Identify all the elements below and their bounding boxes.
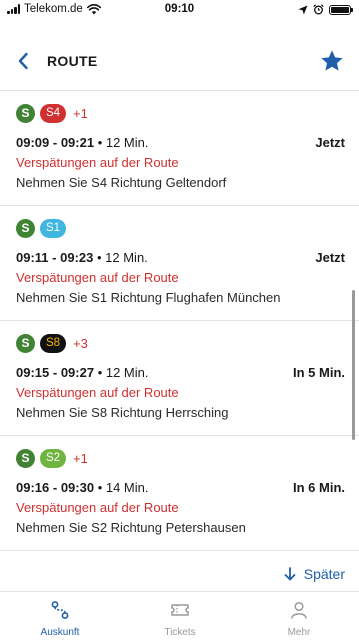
delay-status: Verspätungen auf der Route — [16, 500, 179, 515]
dot-separator: • — [97, 365, 106, 380]
departure-time: 09:09 — [16, 135, 50, 150]
duration: 12 Min. — [105, 135, 149, 150]
sbahn-logo-icon: S — [16, 333, 35, 353]
extra-lines-count: +1 — [73, 105, 88, 121]
line-badges: S S2 +1 — [16, 448, 88, 468]
delay-status: Verspätungen auf der Route — [16, 270, 179, 285]
dot-separator: • — [96, 250, 106, 265]
status-bar: Telekom.de 09:10 — [0, 0, 359, 22]
line-badge: S4 — [40, 103, 66, 123]
tab-tickets[interactable]: Tickets — [120, 592, 240, 640]
departs-in: Jetzt — [315, 250, 345, 265]
departs-in: Jetzt — [315, 135, 345, 150]
time-separator: - — [48, 250, 61, 265]
route-icon — [51, 601, 69, 619]
delay-status: Verspätungen auf der Route — [16, 385, 179, 400]
departure-time: 09:11 — [16, 250, 49, 265]
header: ROUTE — [0, 40, 359, 84]
direction-text: Nehmen Sie S1 Richtung Flughafen München — [16, 290, 281, 305]
favorite-button[interactable] — [319, 48, 345, 74]
chevron-left-icon — [18, 52, 28, 70]
direction-text: Nehmen Sie S4 Richtung Geltendorf — [16, 175, 227, 190]
duration: 12 Min. — [105, 365, 149, 380]
line-badge: S8 — [40, 333, 66, 353]
later-button-label: Später — [303, 566, 345, 582]
back-button[interactable] — [12, 49, 34, 73]
time-range: 09:11 - 09:23 • 12 Min. — [16, 250, 148, 265]
arrival-time: 09:30 — [60, 480, 95, 495]
user-icon — [291, 601, 307, 619]
direction-text: Nehmen Sie S2 Richtung Petershausen — [16, 520, 246, 535]
scrollbar[interactable] — [352, 290, 355, 440]
line-badges: S S1 — [16, 218, 66, 238]
time-range: 09:16 - 09:30 • 14 Min. — [16, 480, 149, 495]
status-bar-right — [298, 4, 353, 15]
tab-auskunft[interactable]: Auskunft — [0, 592, 120, 640]
extra-lines-count: +3 — [73, 335, 88, 351]
line-badges: S S8 +3 — [16, 333, 88, 353]
arrival-time: 09:21 — [60, 135, 95, 150]
divider — [0, 550, 359, 551]
sbahn-logo-icon: S — [16, 218, 35, 238]
time-separator: - — [49, 365, 61, 380]
star-icon — [321, 50, 343, 71]
time-separator: - — [49, 135, 61, 150]
departure-time: 09:15 — [16, 365, 50, 380]
sbahn-logo-icon: S — [16, 103, 35, 123]
departs-in: In 6 Min. — [293, 480, 345, 495]
line-badge: S1 — [40, 218, 66, 238]
departure-time: 09:16 — [16, 480, 50, 495]
dot-separator: • — [97, 480, 106, 495]
arrow-down-icon — [284, 567, 296, 581]
arrival-time: 09:27 — [60, 365, 95, 380]
line-badges: S S4 +1 — [16, 103, 88, 123]
alarm-icon — [313, 4, 324, 15]
departs-in: In 5 Min. — [293, 365, 345, 380]
delay-status: Verspätungen auf der Route — [16, 155, 179, 170]
route-card[interactable]: S S1 09:11 - 09:23 • 12 Min. Jetzt Versp… — [0, 206, 359, 321]
duration: 14 Min. — [105, 480, 149, 495]
time-range: 09:15 - 09:27 • 12 Min. — [16, 365, 149, 380]
page-title: ROUTE — [47, 53, 98, 69]
location-arrow-icon — [298, 5, 308, 14]
route-card[interactable]: S S8 +3 09:15 - 09:27 • 12 Min. In 5 Min… — [0, 321, 359, 436]
tab-mehr[interactable]: Mehr — [239, 592, 359, 640]
extra-lines-count: +1 — [73, 450, 88, 466]
direction-text: Nehmen Sie S8 Richtung Herrsching — [16, 405, 229, 420]
tab-label: Tickets — [164, 627, 196, 638]
time-separator: - — [49, 480, 61, 495]
dot-separator: • — [97, 135, 106, 150]
time-range: 09:09 - 09:21 • 12 Min. — [16, 135, 149, 150]
battery-icon — [329, 4, 353, 15]
ticket-icon — [171, 604, 189, 616]
tab-label: Mehr — [287, 627, 311, 638]
route-card[interactable]: S S2 +1 09:16 - 09:30 • 14 Min. In 6 Min… — [0, 436, 359, 551]
duration: 12 Min. — [105, 250, 148, 265]
line-badge: S2 — [40, 448, 66, 468]
arrival-time: 09:23 — [60, 250, 94, 265]
later-button[interactable]: Später — [284, 566, 345, 582]
sbahn-logo-icon: S — [16, 448, 35, 468]
tab-label: Auskunft — [40, 627, 80, 638]
tab-bar: Auskunft Tickets Mehr — [0, 591, 359, 640]
route-card[interactable]: S S4 +1 09:09 - 09:21 • 12 Min. Jetzt Ve… — [0, 91, 359, 206]
